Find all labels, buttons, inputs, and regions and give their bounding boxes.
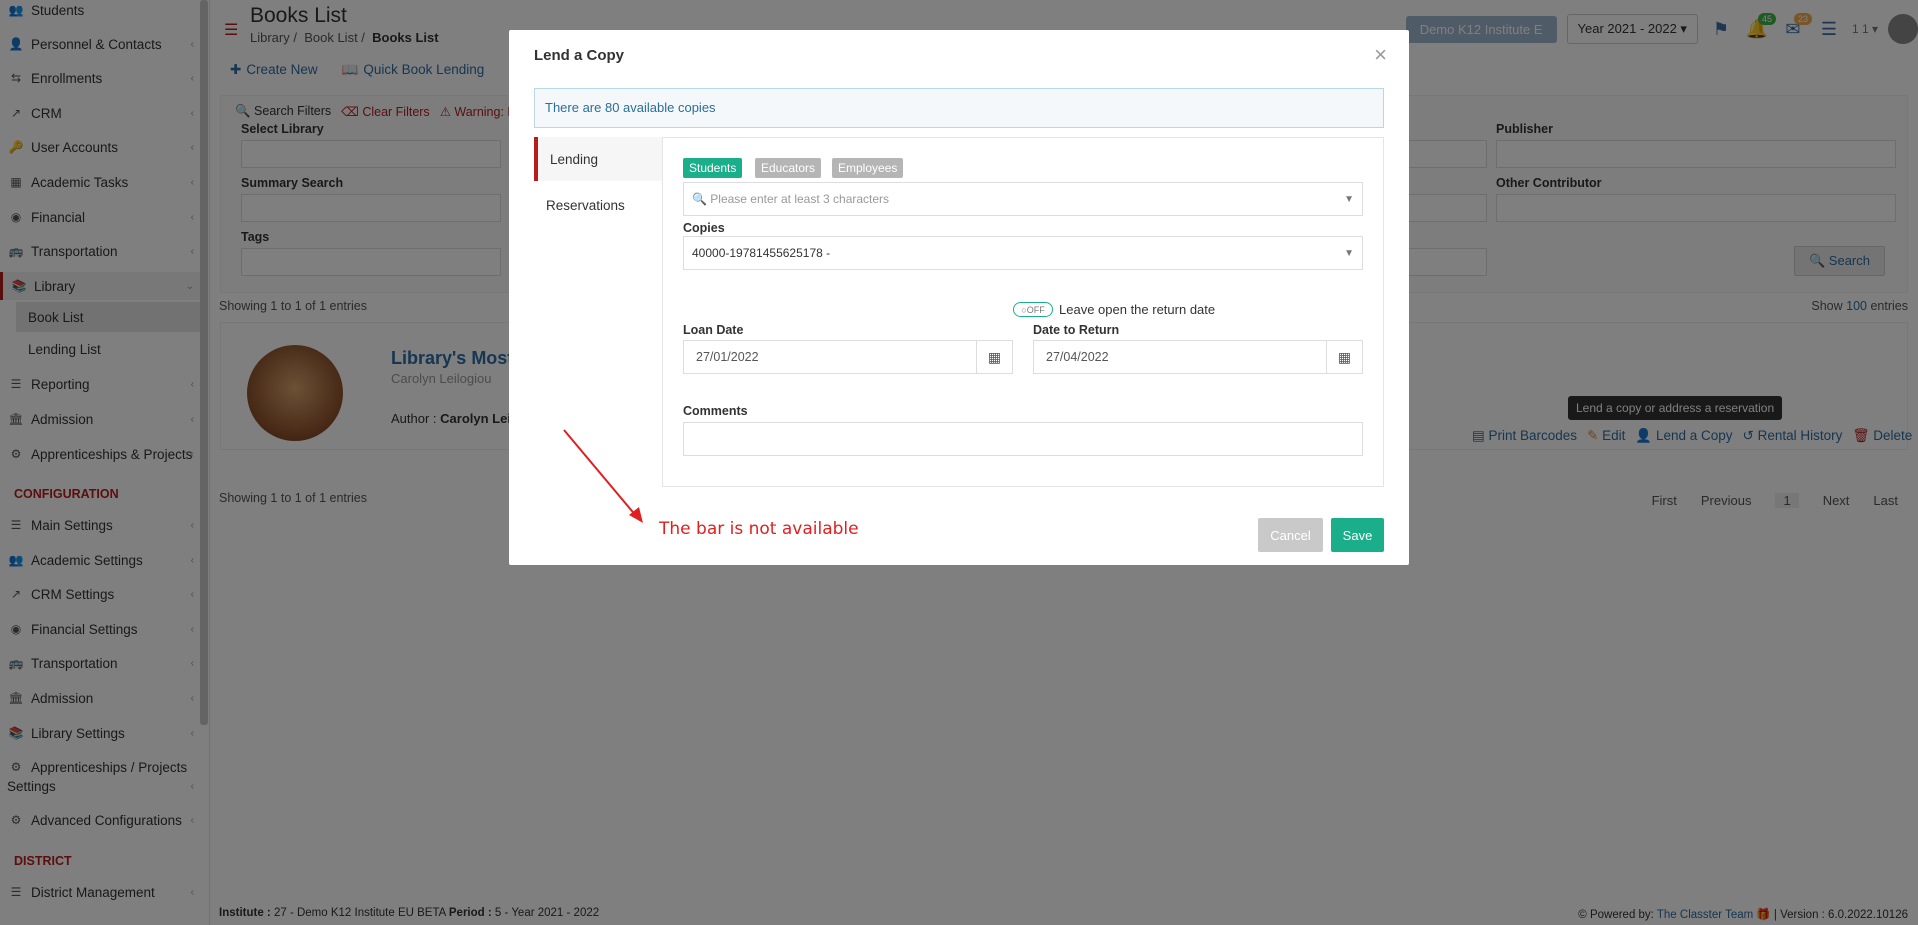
modal-title: Lend a Copy (534, 47, 625, 64)
comments-field[interactable] (683, 422, 1363, 456)
borrower-search-input[interactable]: 🔍 Please enter at least 3 characters ▼ (683, 182, 1363, 216)
tab-reservations[interactable]: Reservations (534, 183, 662, 227)
calendar-icon[interactable]: ▦ (976, 341, 1012, 373)
loan-date-label: Loan Date (683, 323, 744, 337)
chevron-down-icon: ▼ (1344, 193, 1354, 205)
pill-employees[interactable]: Employees (832, 158, 904, 178)
close-icon[interactable]: × (1374, 42, 1387, 68)
copies-label: Copies (683, 221, 725, 235)
return-date-field[interactable]: 27/04/2022 ▦ (1033, 340, 1363, 374)
pill-students[interactable]: Students (683, 158, 743, 178)
annotation-arrow (563, 429, 643, 523)
lending-panel: Students Educators Employees 🔍 Please en… (662, 137, 1384, 487)
search-icon: 🔍 (692, 192, 711, 206)
leave-open-toggle-row: ○ OFF Leave open the return date (1013, 302, 1215, 317)
loan-date-field[interactable]: 27/01/2022 ▦ (683, 340, 1013, 374)
lend-copy-modal: Lend a Copy × There are 80 available cop… (509, 30, 1409, 565)
comments-label: Comments (683, 404, 748, 418)
chevron-down-icon: ▼ (1344, 247, 1354, 259)
copies-select[interactable]: 40000-19781455625178 - ▼ (683, 236, 1363, 270)
save-button[interactable]: Save (1331, 518, 1384, 552)
calendar-icon[interactable]: ▦ (1326, 341, 1362, 373)
leave-open-toggle[interactable]: ○ OFF (1013, 302, 1053, 317)
annotation-text: The bar is not available (659, 519, 859, 539)
cancel-button[interactable]: Cancel (1258, 518, 1323, 552)
tab-lending[interactable]: Lending (534, 137, 662, 181)
return-date-label: Date to Return (1033, 323, 1120, 337)
available-copies-alert: There are 80 available copies (534, 88, 1384, 128)
pill-educators[interactable]: Educators (755, 158, 822, 178)
